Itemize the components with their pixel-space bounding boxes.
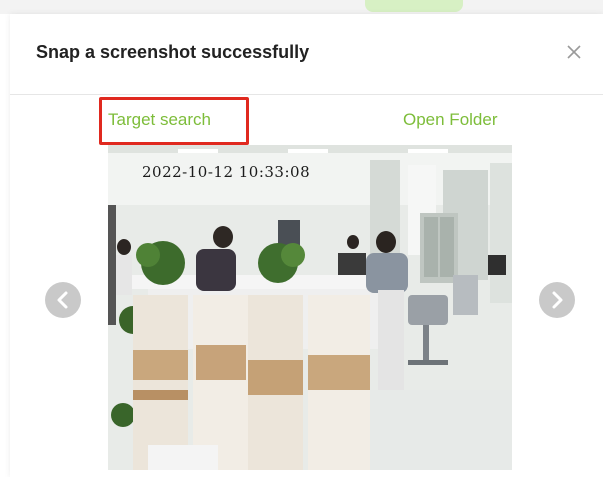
snapshot-image: 2022-10-12 10:33:08 [108, 145, 512, 470]
close-button[interactable] [560, 38, 588, 66]
highlight-box [99, 97, 249, 145]
chevron-right-icon [552, 291, 563, 309]
snapshot-timestamp: 2022-10-12 10:33:08 [142, 163, 311, 181]
next-button[interactable] [539, 282, 575, 318]
dialog-title: Snap a screenshot successfully [36, 42, 310, 62]
close-icon [567, 45, 581, 59]
chevron-left-icon [57, 291, 68, 309]
dialog-header: Snap a screenshot successfully [10, 14, 603, 95]
open-folder-link[interactable]: Open Folder [403, 110, 498, 130]
screenshot-dialog: Snap a screenshot successfully Target se… [10, 14, 603, 477]
background-accent [365, 0, 463, 12]
prev-button[interactable] [45, 282, 81, 318]
office-scene [108, 145, 512, 470]
background-strip [0, 0, 603, 14]
